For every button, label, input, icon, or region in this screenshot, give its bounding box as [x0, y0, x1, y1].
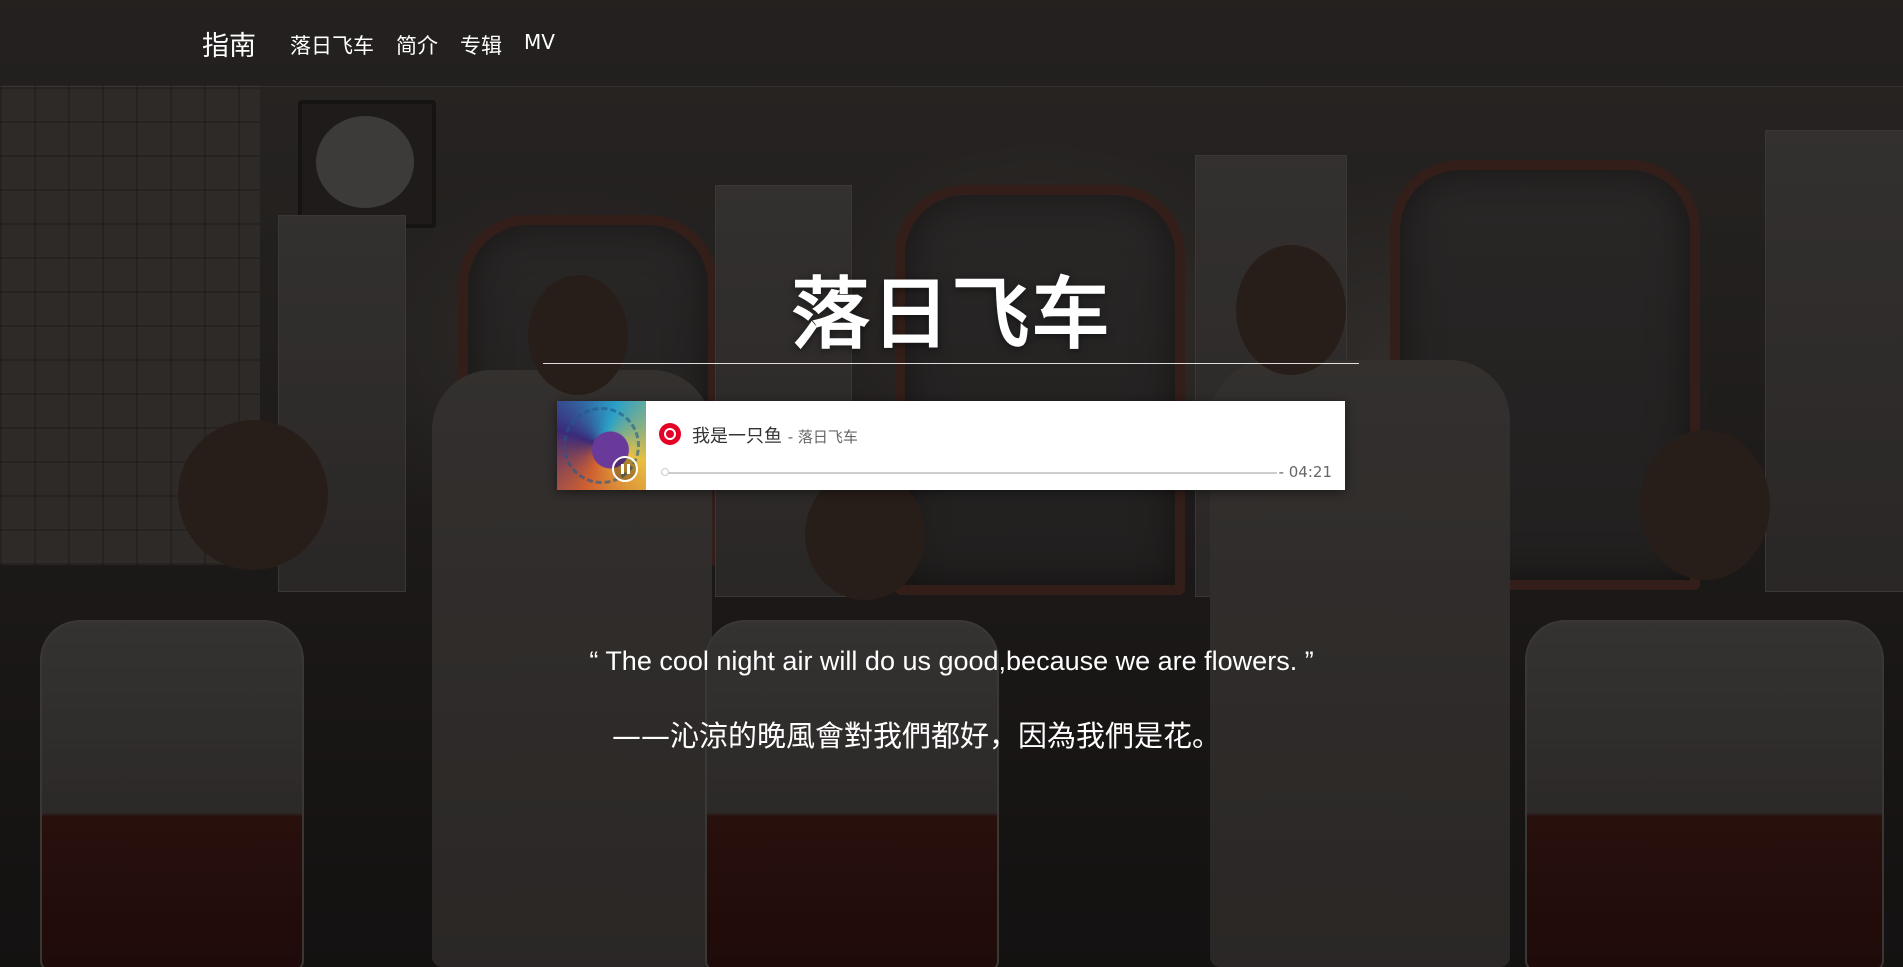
hero-title: 落日飞车 — [791, 270, 1112, 360]
song-info: 我是一只鱼 - 落日飞车 — [692, 422, 858, 448]
song-title: 我是一只鱼 — [692, 426, 782, 447]
music-player: 我是一只鱼 - 落日飞车 - 04:21 — [557, 401, 1345, 490]
hero-divider — [543, 363, 1359, 364]
nav-link-intro[interactable]: 简介 — [396, 30, 438, 60]
nav-link-albums[interactable]: 专辑 — [460, 30, 502, 60]
pause-icon[interactable] — [612, 456, 638, 482]
progress-bar[interactable] — [661, 468, 1277, 476]
nav-link-mv[interactable]: MV — [524, 30, 555, 60]
time-remaining: - 04:21 — [1278, 463, 1332, 481]
quote-english: “ The cool night air will do us good,bec… — [589, 646, 1314, 676]
brand-link[interactable]: 指南 — [202, 24, 256, 63]
quote-chinese: ——沁涼的晚風會對我們都好，因為我們是花。 — [612, 719, 1222, 753]
page-background: 指南 落日飞车 简介 专辑 MV 落日飞车 我是一只鱼 - 落日飞车 - 04:… — [0, 0, 1903, 967]
nav-links: 落日飞车 简介 专辑 MV — [290, 30, 555, 60]
song-artist: - 落日飞车 — [787, 428, 858, 446]
nav-link-band[interactable]: 落日飞车 — [290, 30, 374, 60]
progress-thumb[interactable] — [661, 468, 669, 476]
netease-music-icon — [659, 423, 681, 445]
top-navbar: 指南 落日飞车 简介 专辑 MV — [0, 0, 1903, 87]
